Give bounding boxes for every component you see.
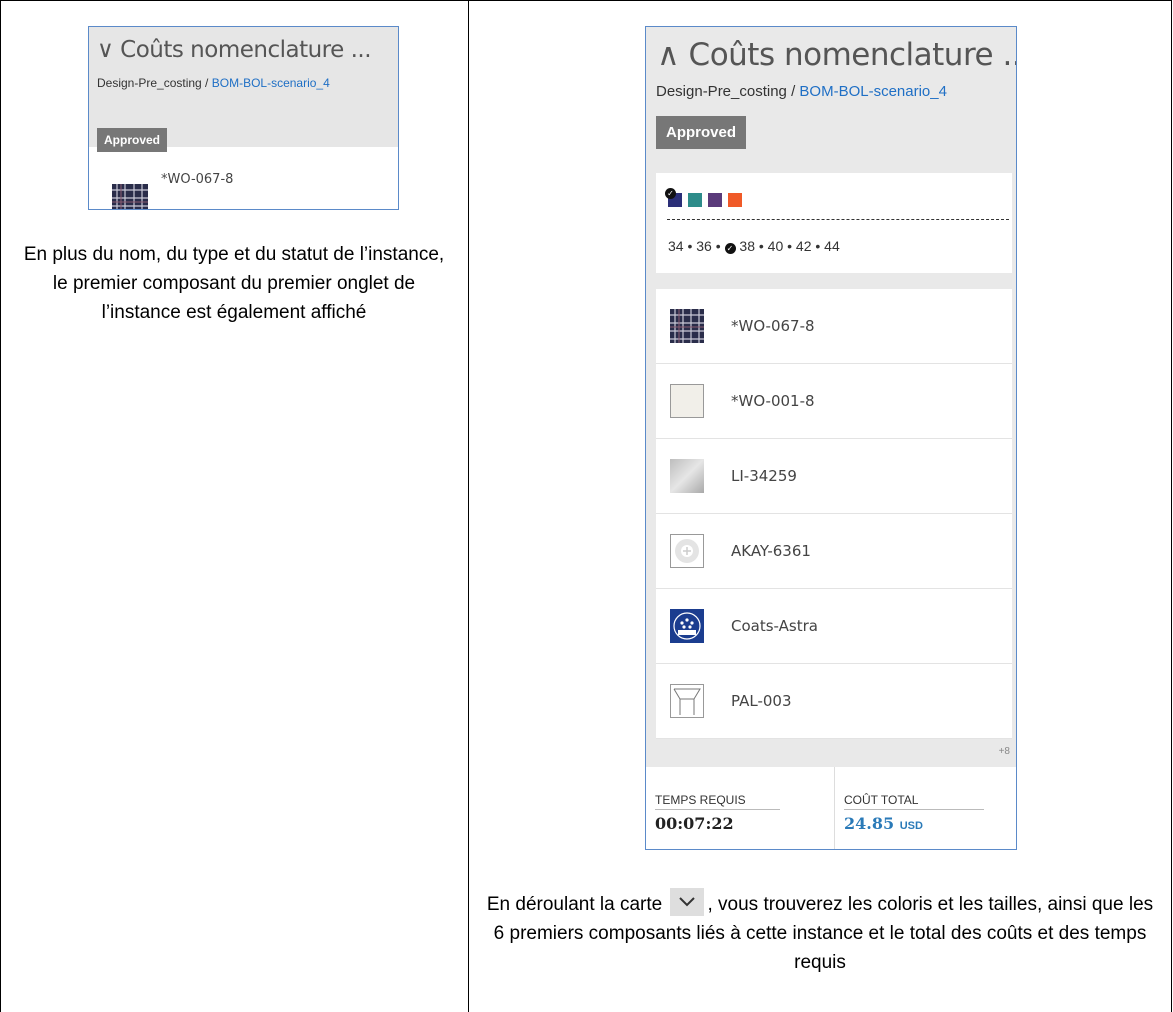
cost-value-group: 24.85 USD: [844, 814, 923, 833]
plaid-fabric-icon: [112, 184, 148, 209]
status-badge: Approved: [97, 128, 168, 152]
expanded-card[interactable]: ∧ Coûts nomenclature ... Design-Pre_cost…: [645, 26, 1017, 850]
time-label: TEMPS REQUIS: [655, 793, 780, 810]
expand-chevron-icon: [670, 888, 705, 916]
component-label: *WO-001-8: [731, 392, 815, 410]
breadcrumb: Design-Pre_costing / BOM-BOL-scenario_4: [656, 83, 947, 100]
component-label: Coats-Astra: [731, 617, 818, 635]
table-border-right: [1171, 0, 1172, 1012]
component-list: *WO-067-8 *WO-001-8 LI-34259 AKAY-6361 C…: [656, 289, 1012, 739]
left-caption: En plus du nom, du type et du statut de …: [23, 244, 445, 323]
list-item[interactable]: *WO-001-8: [656, 364, 1012, 439]
button-icon: [670, 534, 704, 568]
component-label: AKAY-6361: [731, 542, 811, 560]
first-component-label: *WO-067-8: [161, 172, 234, 187]
card-header: ∨ Coûts nomenclature ... Design-Pre_cost…: [89, 27, 398, 152]
card-title[interactable]: ∨ Coûts nomenclature ...: [97, 37, 372, 63]
table-column-divider: [468, 0, 469, 1012]
cost-summary: COÛT TOTAL 24.85 USD: [835, 767, 1016, 849]
selected-size: 38: [739, 238, 755, 254]
component-label: PAL-003: [731, 692, 792, 710]
status-badge: Approved: [656, 116, 747, 149]
selected-size-check-icon: ✓: [724, 243, 736, 254]
sizes-after: • 40 • 42 • 44: [754, 238, 840, 254]
table-border-top: [0, 0, 1172, 1]
packaging-icon: [670, 684, 704, 718]
plaid-fabric-icon: [670, 309, 704, 343]
breadcrumb: Design-Pre_costing / BOM-BOL-scenario_4: [97, 76, 330, 90]
colorway-swatch-4[interactable]: [728, 193, 742, 207]
breadcrumb-prefix: Design-Pre_costing /: [656, 83, 800, 100]
card-title[interactable]: ∧ Coûts nomenclature ...: [657, 37, 1016, 73]
cost-value: 24.85: [844, 814, 895, 833]
caption-text-before: En déroulant la carte: [486, 894, 663, 915]
cost-unit: USD: [899, 820, 923, 832]
dashed-divider: [667, 219, 1009, 220]
table-border-left: [0, 0, 1, 1012]
breadcrumb-link[interactable]: BOM-BOL-scenario_4: [799, 83, 947, 100]
component-label: LI-34259: [731, 467, 797, 485]
breadcrumb-link[interactable]: BOM-BOL-scenario_4: [212, 76, 330, 90]
sizes-before: 34 • 36 •: [668, 238, 725, 254]
plain-fabric-icon: [670, 384, 704, 418]
list-item[interactable]: LI-34259: [656, 439, 1012, 514]
selected-check-icon: ✓: [665, 188, 676, 199]
cost-label: COÛT TOTAL: [844, 793, 984, 810]
list-item[interactable]: Coats-Astra: [656, 589, 1012, 664]
time-value: 00:07:22: [655, 814, 734, 833]
colorway-swatch-2[interactable]: [688, 193, 702, 207]
list-item[interactable]: AKAY-6361: [656, 514, 1012, 589]
coats-logo-icon: [670, 609, 704, 643]
breadcrumb-prefix: Design-Pre_costing /: [97, 76, 212, 90]
list-item[interactable]: *WO-067-8: [656, 289, 1012, 364]
component-label: *WO-067-8: [731, 317, 815, 335]
list-item[interactable]: PAL-003: [656, 664, 1012, 739]
time-summary: TEMPS REQUIS 00:07:22: [646, 767, 835, 849]
lining-icon: [670, 459, 704, 493]
more-count[interactable]: +8: [999, 746, 1010, 757]
collapsed-card[interactable]: ∨ Coûts nomenclature ... Design-Pre_cost…: [88, 26, 399, 210]
colorways-sizes-panel: ✓ 34 • 36 • ✓ 38 • 40 • 42 • 44: [656, 173, 1012, 273]
colorway-swatch-3[interactable]: [708, 193, 722, 207]
right-caption: En déroulant la carte , vous trouverez l…: [480, 888, 1160, 977]
first-component-row[interactable]: [89, 167, 398, 209]
size-list[interactable]: 34 • 36 • ✓ 38 • 40 • 42 • 44: [668, 238, 840, 254]
card-footer: TEMPS REQUIS 00:07:22 COÛT TOTAL 24.85 U…: [646, 767, 1016, 849]
